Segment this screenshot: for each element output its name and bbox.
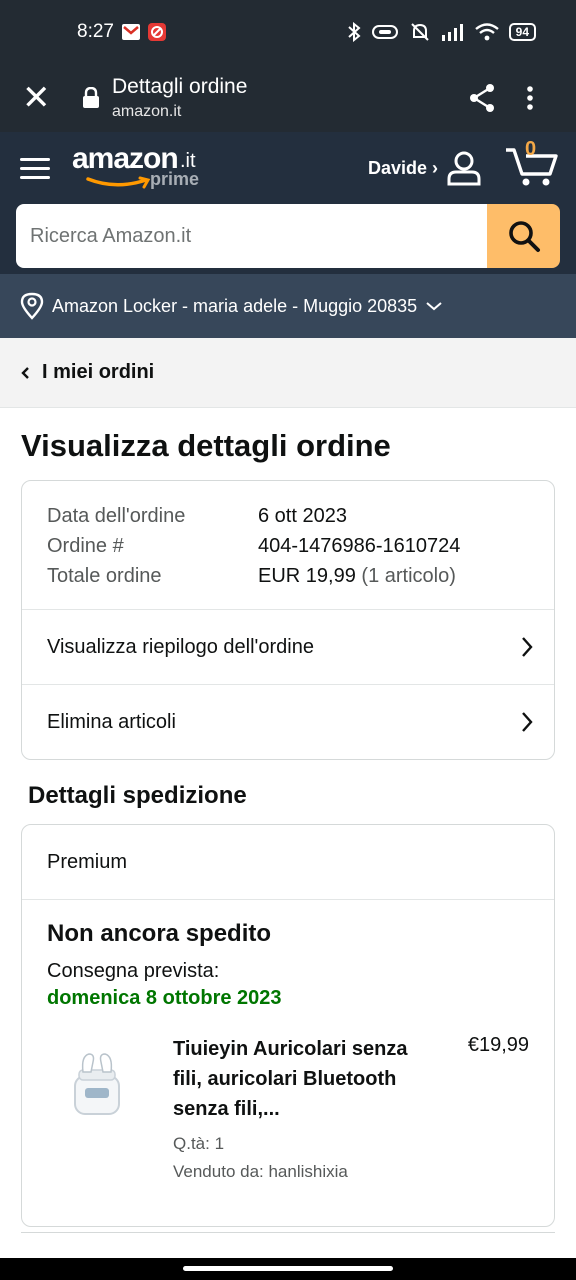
bluetooth-icon <box>347 22 361 42</box>
smile-arrow-icon <box>86 176 151 189</box>
product-seller: Venduto da: hanlishixia <box>173 1162 348 1181</box>
status-time: 8:27 <box>77 21 114 42</box>
next-card-edge <box>21 1232 555 1233</box>
home-gesture-bar[interactable] <box>183 1266 393 1271</box>
browser-tab-bar: ✕ Dettagli ordine amazon.it <box>0 64 576 132</box>
more-vert-icon <box>527 86 533 110</box>
product-image[interactable] <box>47 1034 147 1134</box>
search-button[interactable] <box>487 204 560 268</box>
order-item: Tiuieyin Auricolari senza fili, auricola… <box>47 1034 529 1186</box>
browser-title-block: Dettagli ordine amazon.it <box>112 75 458 121</box>
breadcrumb-label: I miei ordini <box>42 361 155 383</box>
browser-url: amazon.it <box>112 103 182 120</box>
order-total-label: Totale ordine <box>47 565 162 587</box>
logo-prime: prime <box>150 169 200 189</box>
more-options-button[interactable] <box>506 85 554 111</box>
search-icon <box>508 221 540 252</box>
share-icon <box>470 84 494 112</box>
order-summary-card: Data dell'ordine 6 ott 2023 Ordine # 404… <box>21 480 555 760</box>
close-button[interactable]: ✕ <box>22 81 62 115</box>
delivery-eta-date: domenica 8 ottobre 2023 <box>47 987 282 1009</box>
wifi-icon <box>474 23 499 41</box>
product-quantity: Q.tà: 1 <box>173 1134 225 1153</box>
shipping-type: Premium <box>22 825 554 900</box>
order-date-value: 6 ott 2023 <box>258 505 347 527</box>
signal-icon <box>441 24 463 41</box>
delivery-location-bar[interactable]: Amazon Locker - maria adele - Muggio 208… <box>0 274 576 338</box>
order-info: Data dell'ordine 6 ott 2023 Ordine # 404… <box>22 481 554 609</box>
main-content: Visualizza dettagli ordine Data dell'ord… <box>0 428 576 1227</box>
share-button[interactable] <box>458 83 506 113</box>
chevron-right-icon <box>522 637 533 657</box>
chevron-right-icon <box>522 712 533 732</box>
chevron-left-icon <box>21 366 29 379</box>
menu-button[interactable] <box>20 152 50 185</box>
delete-items-label: Elimina articoli <box>47 710 176 733</box>
search-bar <box>16 204 560 268</box>
account-label: Davide › <box>367 157 438 178</box>
amazon-header: amazon .it prime Davide › 0 <box>0 132 576 274</box>
chevron-down-icon <box>426 302 442 311</box>
user-icon <box>447 151 481 186</box>
location-text: Amazon Locker - maria adele - Muggio 208… <box>52 295 418 316</box>
location-pin-icon <box>20 292 44 320</box>
view-order-summary-link[interactable]: Visualizza riepilogo dell'ordine <box>22 609 554 684</box>
shipping-section-title: Dettagli spedizione <box>28 782 247 809</box>
product-title[interactable]: Tiuieyin Auricolari senza fili, auricola… <box>173 1034 413 1124</box>
battery-indicator: 94 <box>508 23 536 41</box>
shipment-status: Non ancora spedito <box>47 920 272 947</box>
vibrate-icon <box>371 25 398 39</box>
delivery-eta-label: Consegna prevista: <box>47 960 220 982</box>
breadcrumb[interactable]: I miei ordini <box>0 338 576 408</box>
order-item-count: (1 articolo) <box>361 565 456 587</box>
cart-button[interactable]: 0 <box>504 138 560 190</box>
order-number-value: 404-1476986-1610724 <box>258 535 461 557</box>
page-title: Visualizza dettagli ordine <box>21 428 391 463</box>
status-bar: 8:27 94 <box>0 0 576 64</box>
cart-count: 0 <box>525 138 537 160</box>
app-notification-icon <box>147 23 166 41</box>
delete-items-link[interactable]: Elimina articoli <box>22 684 554 759</box>
shipment-card: Premium Non ancora spedito Consegna prev… <box>21 824 555 1227</box>
amazon-logo[interactable]: amazon .it prime <box>72 142 212 194</box>
account-button[interactable]: Davide › <box>368 150 482 186</box>
gmail-icon <box>121 24 140 40</box>
order-total-value: EUR 19,99 <box>258 565 356 587</box>
browser-page-title: Dettagli ordine <box>112 75 248 98</box>
view-order-summary-label: Visualizza riepilogo dell'ordine <box>47 635 314 658</box>
system-nav-bar <box>0 1258 576 1280</box>
earbuds-case-image <box>74 1053 120 1115</box>
order-number-label: Ordine # <box>47 535 124 557</box>
mute-icon <box>410 23 429 41</box>
product-price: €19,99 <box>467 1034 529 1056</box>
search-input[interactable] <box>16 204 487 268</box>
lock-icon <box>83 87 99 108</box>
order-date-label: Data dell'ordine <box>47 505 186 527</box>
